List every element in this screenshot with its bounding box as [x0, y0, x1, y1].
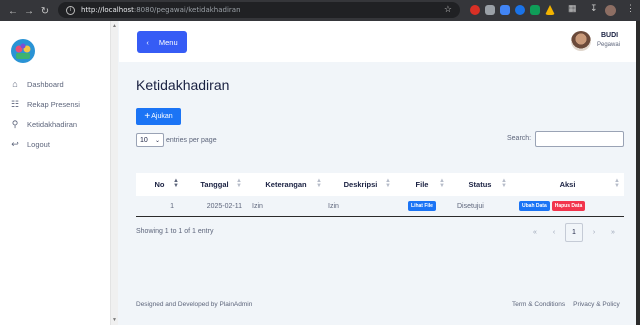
table-header: No ▲ ▼ Tanggal ▲ ▼ Keterangan ▲ ▼ Deskripsi… [136, 173, 624, 196]
sort-icon: ▲ ▼ [173, 178, 179, 189]
column-header-status[interactable]: Status ▲ ▼ [449, 173, 511, 196]
pagination-prev[interactable]: ‹ [545, 223, 563, 242]
cell-tanggal: 2025-02-11 [206, 202, 242, 210]
table-row: 1 2025-02-11 Izin Izin Lihat File Disetu… [136, 196, 624, 217]
app-logo[interactable] [10, 38, 36, 64]
per-page-select[interactable]: 10 ⌄ [136, 133, 164, 147]
site-info-icon[interactable]: i [66, 5, 75, 15]
sidebar-item-label: Logout [27, 140, 50, 149]
pagination-first[interactable]: « [526, 223, 544, 242]
sidebar-item-logout[interactable]: ↩ Logout [10, 139, 50, 150]
sidebar-item-rekap-presensi[interactable]: ☷ Rekap Presensi [10, 99, 80, 110]
address-bar[interactable]: i http://localhost:8080/pegawai/ketidakh… [58, 2, 460, 18]
column-header-tanggal[interactable]: Tanggal ▲ ▼ [183, 173, 246, 196]
bookmark-star-icon[interactable]: ☆ [444, 4, 452, 15]
column-label: Tanggal [200, 180, 229, 189]
file-icon: ☷ [10, 99, 20, 109]
footer-credit: Designed and Developed by PlainAdmin [136, 301, 253, 308]
pagination-last[interactable]: » [604, 223, 622, 242]
scroll-down-icon[interactable]: ▼ [112, 317, 117, 323]
column-label: File [415, 180, 429, 189]
logout-icon: ↩ [11, 139, 19, 149]
search-input[interactable] [535, 131, 624, 147]
cell-deskripsi: Izin [328, 202, 339, 210]
avatar[interactable] [571, 31, 591, 51]
user-icon: ⚲ [11, 119, 19, 129]
pagination-next[interactable]: › [585, 223, 603, 242]
per-page-value: 10 [140, 136, 148, 144]
chevron-left-icon: ‹ [146, 37, 149, 47]
cell-no: 1 [170, 202, 174, 210]
home-icon: ⌂ [12, 79, 18, 89]
menu-button-label: Menu [158, 37, 178, 47]
top-header: ‹ Menu BUDI Pegawai [119, 21, 636, 62]
cell-status: Disetujui [457, 202, 484, 210]
extension-record-icon[interactable] [470, 5, 480, 15]
sidebar-item-ketidakhadiran[interactable]: ⚲ Ketidakhadiran [10, 119, 77, 130]
extension-drive-icon[interactable] [545, 5, 555, 15]
privacy-link[interactable]: Privacy & Policy [573, 301, 620, 308]
column-label: Deskripsi [343, 180, 378, 189]
page-scrollbar[interactable] [636, 21, 640, 325]
cell-file: Lihat File [395, 196, 449, 216]
sort-icon: ▲ ▼ [439, 178, 445, 189]
column-header-file[interactable]: File ▲ ▼ [395, 173, 449, 196]
sort-icon: ▲ ▼ [614, 178, 620, 189]
page: ⌂ Dashboard ☷ Rekap Presensi ⚲ Ketidakha… [0, 21, 636, 325]
column-label: Aksi [559, 180, 576, 189]
sidebar-item-label: Rekap Presensi [27, 100, 80, 109]
browser-toolbar: ← → ↻ i http://localhost:8080/pegawai/ke… [0, 0, 640, 21]
scroll-up-icon[interactable]: ▲ [112, 23, 117, 29]
extensions-puzzle-icon[interactable]: ▦ [568, 3, 577, 14]
per-page-control: 10 ⌄ entries per page [136, 133, 217, 147]
ajukan-button[interactable]: + Ajukan [136, 108, 181, 125]
extension-shield-icon[interactable] [485, 5, 495, 15]
ubah-data-button[interactable]: Ubah Data [519, 201, 550, 211]
extension-translate-icon[interactable] [500, 5, 510, 15]
sort-icon: ▲ ▼ [385, 178, 391, 189]
profile-avatar-icon[interactable] [605, 5, 616, 16]
column-label: No [154, 180, 165, 189]
download-icon[interactable]: ↧ [590, 3, 598, 14]
extension-meet-icon[interactable] [515, 5, 525, 15]
sidebar-item-label: Ketidakhadiran [27, 120, 78, 129]
url-text: http://localhost:8080/pegawai/ketidakhad… [81, 6, 241, 14]
lihat-file-button[interactable]: Lihat File [408, 201, 436, 211]
cell-aksi: Ubah Data Hapus Data [511, 196, 624, 216]
user-role: Pegawai [597, 42, 621, 48]
search-label: Search: [507, 135, 532, 142]
plus-icon: + [144, 110, 151, 122]
column-label: Status [468, 180, 492, 189]
page-title: Ketidakhadiran [136, 77, 230, 93]
menu-toggle-button[interactable]: ‹ Menu [137, 31, 187, 53]
sidebar-item-label: Dashboard [27, 79, 64, 89]
cell-keterangan: Izin [252, 202, 263, 210]
column-header-no[interactable]: No ▲ ▼ [136, 173, 183, 196]
column-header-aksi[interactable]: Aksi ▲ ▼ [511, 173, 624, 196]
pagination-info: Showing 1 to 1 of 1 entry [136, 228, 214, 235]
sidebar-scrollbar[interactable]: ▲ ▼ [110, 21, 118, 325]
per-page-label: entries per page [166, 136, 217, 144]
terms-link[interactable]: Term & Conditions [512, 301, 565, 308]
more-menu-icon[interactable]: ⋮ [626, 3, 635, 14]
sort-icon: ▲ ▼ [236, 178, 242, 189]
pagination-page-1[interactable]: 1 [565, 223, 583, 242]
reload-icon[interactable]: ↻ [36, 2, 54, 20]
ajukan-label: Ajukan [151, 113, 173, 120]
column-header-deskripsi[interactable]: Deskripsi ▲ ▼ [326, 173, 395, 196]
sort-icon: ▲ ▼ [316, 178, 322, 189]
footer-links: Term & Conditions Privacy & Policy [512, 301, 620, 308]
column-header-keterangan[interactable]: Keterangan ▲ ▼ [246, 173, 326, 196]
chevron-down-icon: ⌄ [154, 137, 160, 144]
hapus-data-button[interactable]: Hapus Data [551, 201, 586, 211]
column-label: Keterangan [265, 180, 307, 189]
sidebar: ⌂ Dashboard ☷ Rekap Presensi ⚲ Ketidakha… [0, 21, 110, 325]
extension-green-icon[interactable] [530, 5, 540, 15]
user-name: BUDI [601, 32, 619, 39]
sidebar-item-dashboard[interactable]: ⌂ Dashboard [10, 79, 64, 89]
sort-icon: ▲ ▼ [501, 178, 507, 189]
